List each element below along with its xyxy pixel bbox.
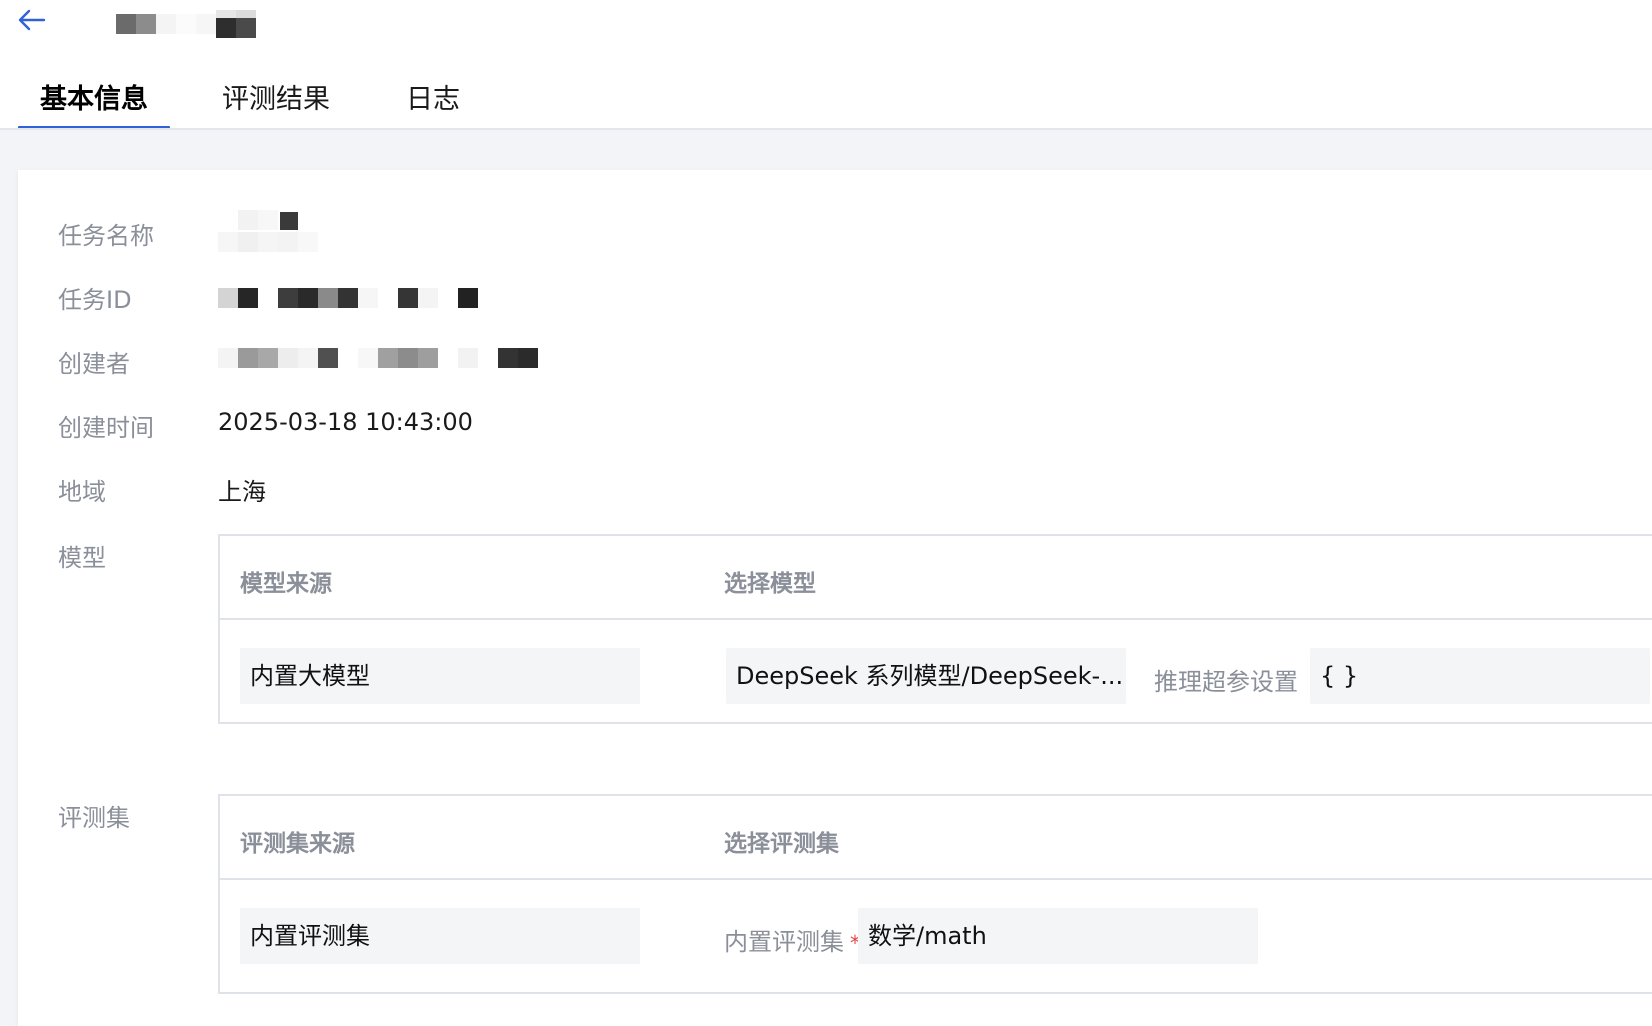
builtin-dataset-label-text: 内置评测集 — [724, 928, 844, 956]
task-id-label: 任务ID — [58, 286, 132, 314]
task-name-label: 任务名称 — [58, 222, 154, 250]
tab-logs[interactable]: 日志 — [398, 70, 468, 130]
region-value: 上海 — [218, 478, 266, 506]
dataset-panel: 评测集来源 选择评测集 内置评测集 内置评测集 * 数学/math — [218, 794, 1652, 994]
page-header: 基本信息 评测结果 日志 — [0, 0, 1652, 130]
dataset-label: 评测集 — [58, 804, 130, 832]
hyperparam-input[interactable]: { } — [1310, 648, 1650, 704]
dataset-source-select[interactable]: 内置评测集 — [240, 908, 640, 964]
hyperparam-label: 推理超参设置 — [1154, 668, 1298, 696]
tab-basic-info[interactable]: 基本信息 — [18, 70, 170, 130]
dataset-select[interactable]: 数学/math — [858, 908, 1258, 964]
select-dataset-header: 选择评测集 — [724, 831, 839, 857]
model-panel: 模型来源 选择模型 内置大模型 DeepSeek 系列模型/DeepSeek-.… — [218, 534, 1652, 724]
tab-basic-info-label: 基本信息 — [40, 84, 148, 115]
arrow-left-icon — [18, 9, 46, 31]
task-detail-page: 基本信息 评测结果 日志 任务名称 任务ID 创建者 创建时间 2025-03-… — [0, 0, 1652, 1026]
tab-logs-label: 日志 — [406, 84, 460, 115]
back-button[interactable] — [14, 2, 50, 38]
model-label: 模型 — [58, 544, 106, 572]
created-time-label: 创建时间 — [58, 414, 154, 442]
dataset-source-header: 评测集来源 — [240, 831, 355, 857]
region-label: 地域 — [58, 478, 106, 506]
model-panel-header: 模型来源 选择模型 — [220, 536, 1652, 620]
creator-value-redacted — [218, 348, 548, 370]
select-model-header: 选择模型 — [724, 571, 816, 597]
model-source-select[interactable]: 内置大模型 — [240, 648, 640, 704]
task-name-value-redacted — [218, 210, 328, 254]
builtin-dataset-label: 内置评测集 * — [724, 922, 860, 957]
tab-eval-results[interactable]: 评测结果 — [216, 70, 336, 130]
model-source-header: 模型来源 — [240, 571, 332, 597]
basic-info-card: 任务名称 任务ID 创建者 创建时间 2025-03-18 10:43:00 地… — [18, 170, 1652, 1026]
task-id-value-redacted — [218, 288, 488, 310]
model-select[interactable]: DeepSeek 系列模型/DeepSeek-... — [726, 648, 1126, 704]
dataset-panel-header: 评测集来源 选择评测集 — [220, 796, 1652, 880]
tab-eval-results-label: 评测结果 — [222, 84, 330, 115]
creator-label: 创建者 — [58, 350, 130, 378]
page-title-redacted — [116, 10, 266, 38]
created-time-value: 2025-03-18 10:43:00 — [218, 408, 473, 436]
